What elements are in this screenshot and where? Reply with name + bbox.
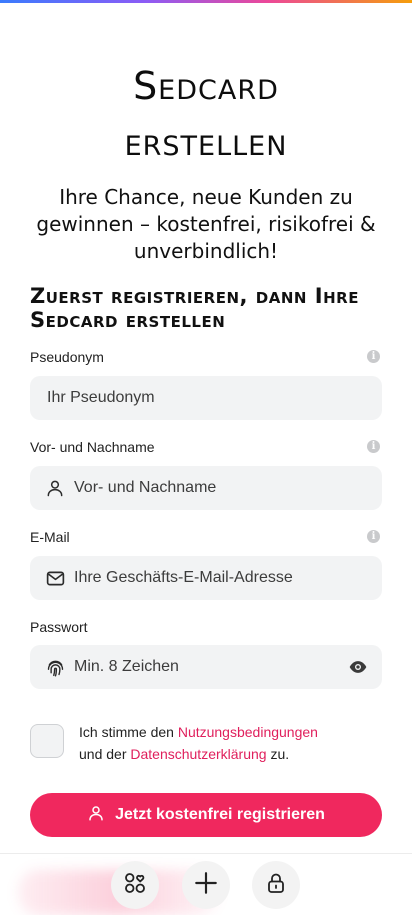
lock-icon [264, 871, 288, 900]
pseudonym-field-wrapper [30, 376, 382, 420]
terms-link[interactable]: Nutzungsbedingungen [178, 724, 318, 740]
name-input[interactable] [74, 466, 382, 510]
pseudonym-info-icon[interactable]: i [367, 350, 380, 363]
privacy-link[interactable]: Datenschutzerklärung [130, 746, 266, 762]
page-title-line2: erstellen [124, 120, 288, 164]
page-subtitle: Ihre Chance, neue Kunden zu gewinnen – k… [36, 185, 376, 263]
page-title-line1: Sedcard [133, 64, 279, 108]
consent-prefix: Ich stimme den [79, 724, 178, 740]
envelope-icon [44, 567, 66, 589]
pseudonym-input[interactable] [30, 376, 382, 420]
email-field-wrapper [30, 556, 382, 600]
nav-login-button[interactable] [252, 861, 300, 909]
user-icon [44, 477, 66, 499]
name-label: Vor- und Nachname [30, 439, 155, 455]
register-button-label: Jetzt kostenfrei registrieren [115, 806, 325, 823]
name-field-wrapper [30, 466, 382, 510]
apps-heart-icon [123, 871, 147, 900]
consent-text: Ich stimme den Nutzungsbedingungen und d… [79, 721, 379, 765]
email-label: E-Mail [30, 529, 70, 545]
nav-apps-button[interactable] [111, 861, 159, 909]
section-heading: Zuerst registrieren, dann Ihre Sedcard e… [30, 284, 359, 332]
email-input[interactable] [74, 556, 382, 600]
user-icon [87, 804, 105, 827]
password-field-wrapper [30, 645, 382, 689]
top-gradient-bar [0, 0, 412, 3]
eye-icon[interactable] [348, 657, 368, 677]
name-info-icon[interactable]: i [367, 440, 380, 453]
consent-suffix: zu. [266, 746, 290, 762]
consent-middle: und der [79, 746, 131, 762]
email-info-icon[interactable]: i [367, 530, 380, 543]
register-button[interactable]: Jetzt kostenfrei registrieren [30, 793, 382, 837]
terms-checkbox[interactable] [30, 724, 64, 758]
plus-icon [193, 870, 219, 901]
page-title: Sedcard erstellen [0, 58, 412, 170]
fingerprint-icon [44, 656, 66, 678]
password-label: Passwort [30, 619, 88, 635]
password-input[interactable] [74, 645, 382, 689]
nav-add-button[interactable] [182, 861, 230, 909]
pseudonym-label: Pseudonym [30, 349, 104, 365]
